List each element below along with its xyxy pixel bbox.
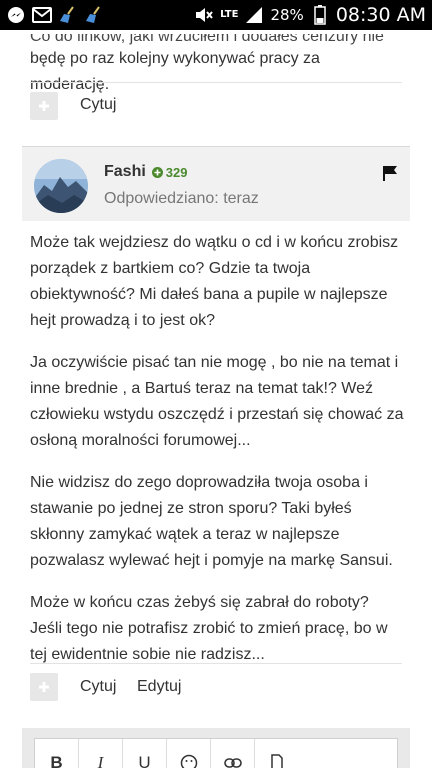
smiley-icon: [180, 754, 197, 768]
quote-button[interactable]: Cytuj: [80, 678, 116, 696]
broom-icon: [58, 5, 78, 25]
status-bar: LTE 28% 08:30 AM: [0, 0, 432, 30]
italic-button[interactable]: I: [79, 739, 123, 768]
post-paragraph: Może tak wejdziesz do wątku o cd i w koń…: [30, 234, 399, 329]
editor-toolbar: B I U: [34, 738, 398, 768]
plus-icon: [39, 101, 49, 111]
forum-thread: Co do linków, jaki wrzuciłem i dodałeś c…: [0, 30, 432, 768]
plus-icon: [39, 682, 49, 692]
underline-button[interactable]: U: [123, 739, 167, 768]
attachment-button[interactable]: [255, 739, 299, 768]
signal-icon: [244, 5, 264, 25]
edit-button[interactable]: Edytuj: [137, 678, 181, 696]
reputation-count: 329: [165, 164, 188, 180]
emoticon-button[interactable]: [167, 739, 211, 768]
clock: 08:30 AM: [335, 4, 426, 26]
bold-button[interactable]: B: [35, 739, 79, 768]
previous-post-cut-line: Co do linków, jaki wrzuciłem i dodałeś c…: [30, 34, 384, 45]
post-content: Może tak wejdziesz do wątku o cd i w koń…: [30, 230, 404, 684]
broom-icon: [84, 5, 104, 25]
post-paragraph: Nie widzisz do zego doprowadziła twoja o…: [30, 474, 393, 569]
multiquote-button[interactable]: [30, 673, 58, 701]
battery-percent: 28%: [270, 6, 304, 24]
reply-editor: B I U: [22, 728, 410, 768]
multiquote-button[interactable]: [30, 92, 58, 120]
gmail-icon: [32, 5, 52, 25]
mute-icon: [194, 5, 214, 25]
link-button[interactable]: [211, 739, 255, 768]
author-name[interactable]: Fashi: [104, 163, 146, 181]
messenger-icon: [6, 5, 26, 25]
post-paragraph: Ja oczywiście pisać tan nie mogę , bo ni…: [30, 354, 404, 449]
previous-post-text: Co do linków, jaki wrzuciłem i dodałeś c…: [30, 34, 402, 98]
quote-button[interactable]: Cytuj: [80, 96, 116, 114]
previous-post-last-line: będę po raz kolejny wykonywać pracy za m…: [30, 50, 320, 93]
report-flag-icon[interactable]: [382, 165, 398, 186]
post-divider: [30, 663, 402, 664]
post-divider: [30, 82, 402, 83]
battery-icon: [310, 5, 330, 25]
file-icon: [271, 754, 283, 768]
reputation-badge: 329: [151, 164, 188, 180]
reply-timestamp: Odpowiedziano: teraz: [104, 190, 259, 207]
post-header: Fashi 329 Odpowiedziano: teraz: [22, 146, 410, 221]
network-type: LTE: [220, 9, 239, 20]
plus-circle-icon: [151, 166, 163, 178]
avatar[interactable]: [34, 159, 88, 213]
post-paragraph: Może w końcu czas żebyś się zabrał do ro…: [30, 594, 388, 663]
link-icon: [223, 758, 242, 768]
